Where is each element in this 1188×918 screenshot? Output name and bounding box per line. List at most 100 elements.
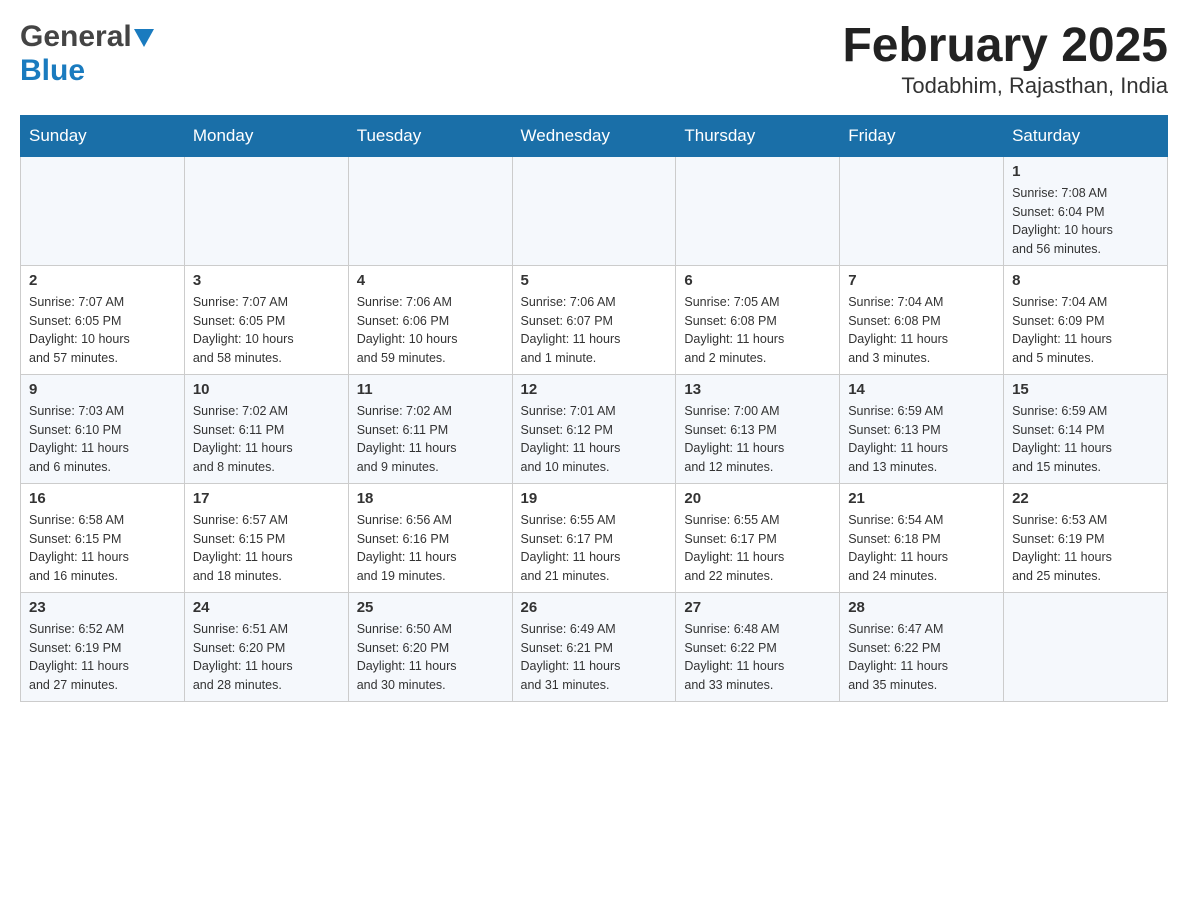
calendar-day — [21, 156, 185, 265]
calendar-day: 17 Sunrise: 6:57 AM Sunset: 6:15 PM Dayli… — [184, 483, 348, 592]
day-info: Sunrise: 6:52 AM Sunset: 6:19 PM Dayligh… — [29, 620, 176, 695]
calendar-subtitle: Todabhim, Rajasthan, India — [842, 73, 1168, 99]
calendar-week-2: 2 Sunrise: 7:07 AM Sunset: 6:05 PM Daylig… — [21, 265, 1168, 374]
day-info: Sunrise: 7:00 AM Sunset: 6:13 PM Dayligh… — [684, 402, 831, 477]
day-number: 20 — [684, 490, 831, 507]
day-info: Sunrise: 7:04 AM Sunset: 6:08 PM Dayligh… — [848, 293, 995, 368]
logo: General Blue — [20, 20, 154, 88]
calendar-table: SundayMondayTuesdayWednesdayThursdayFrid… — [20, 115, 1168, 702]
calendar-week-1: 1Sunrise: 7:08 AM Sunset: 6:04 PM Daylig… — [21, 156, 1168, 265]
day-number: 10 — [193, 381, 340, 398]
day-number: 26 — [521, 599, 668, 616]
calendar-day: 10Sunrise: 7:02 AM Sunset: 6:11 PM Dayli… — [184, 374, 348, 483]
logo-triangle-icon — [134, 29, 154, 47]
day-info: Sunrise: 7:08 AM Sunset: 6:04 PM Dayligh… — [1012, 184, 1159, 259]
calendar-day: 11 Sunrise: 7:02 AM Sunset: 6:11 PM Dayli… — [348, 374, 512, 483]
page-header: General Blue February 2025 Todabhim, Raj… — [20, 20, 1168, 99]
calendar-day: 4 Sunrise: 7:06 AM Sunset: 6:06 PM Daylig… — [348, 265, 512, 374]
calendar-header: SundayMondayTuesdayWednesdayThursdayFrid… — [21, 115, 1168, 156]
day-number: 12 — [521, 381, 668, 398]
calendar-day — [676, 156, 840, 265]
day-header-monday: Monday — [184, 115, 348, 156]
day-header-saturday: Saturday — [1004, 115, 1168, 156]
day-info: Sunrise: 6:57 AM Sunset: 6:15 PM Dayligh… — [193, 511, 340, 586]
title-block: February 2025 Todabhim, Rajasthan, India — [842, 20, 1168, 99]
calendar-day: 18 Sunrise: 6:56 AM Sunset: 6:16 PM Dayli… — [348, 483, 512, 592]
calendar-day: 25Sunrise: 6:50 AM Sunset: 6:20 PM Dayli… — [348, 592, 512, 701]
calendar-day: 8 Sunrise: 7:04 AM Sunset: 6:09 PM Daylig… — [1004, 265, 1168, 374]
day-info: Sunrise: 6:50 AM Sunset: 6:20 PM Dayligh… — [357, 620, 504, 695]
calendar-day: 1Sunrise: 7:08 AM Sunset: 6:04 PM Daylig… — [1004, 156, 1168, 265]
day-info: Sunrise: 7:02 AM Sunset: 6:11 PM Dayligh… — [357, 402, 504, 477]
calendar-day: 19 Sunrise: 6:55 AM Sunset: 6:17 PM Dayli… — [512, 483, 676, 592]
day-number: 17 — [193, 490, 340, 507]
day-number: 8 — [1012, 272, 1159, 289]
day-number: 28 — [848, 599, 995, 616]
day-info: Sunrise: 6:56 AM Sunset: 6:16 PM Dayligh… — [357, 511, 504, 586]
calendar-day: 16 Sunrise: 6:58 AM Sunset: 6:15 PM Dayli… — [21, 483, 185, 592]
calendar-title: February 2025 — [842, 20, 1168, 73]
day-number: 27 — [684, 599, 831, 616]
day-info: Sunrise: 6:53 AM Sunset: 6:19 PM Dayligh… — [1012, 511, 1159, 586]
day-number: 19 — [521, 490, 668, 507]
day-number: 11 — [357, 381, 504, 398]
day-number: 5 — [521, 272, 668, 289]
day-header-wednesday: Wednesday — [512, 115, 676, 156]
day-info: Sunrise: 7:05 AM Sunset: 6:08 PM Dayligh… — [684, 293, 831, 368]
day-number: 24 — [193, 599, 340, 616]
calendar-day — [348, 156, 512, 265]
calendar-day: 5 Sunrise: 7:06 AM Sunset: 6:07 PM Daylig… — [512, 265, 676, 374]
calendar-day — [1004, 592, 1168, 701]
calendar-day: 23 Sunrise: 6:52 AM Sunset: 6:19 PM Dayli… — [21, 592, 185, 701]
day-info: Sunrise: 7:07 AM Sunset: 6:05 PM Dayligh… — [29, 293, 176, 368]
day-number: 21 — [848, 490, 995, 507]
day-header-tuesday: Tuesday — [348, 115, 512, 156]
day-info: Sunrise: 6:54 AM Sunset: 6:18 PM Dayligh… — [848, 511, 995, 586]
day-header-friday: Friday — [840, 115, 1004, 156]
day-info: Sunrise: 6:59 AM Sunset: 6:14 PM Dayligh… — [1012, 402, 1159, 477]
calendar-day: 6 Sunrise: 7:05 AM Sunset: 6:08 PM Daylig… — [676, 265, 840, 374]
day-number: 7 — [848, 272, 995, 289]
day-info: Sunrise: 7:06 AM Sunset: 6:06 PM Dayligh… — [357, 293, 504, 368]
day-number: 16 — [29, 490, 176, 507]
day-header-sunday: Sunday — [21, 115, 185, 156]
calendar-day: 3 Sunrise: 7:07 AM Sunset: 6:05 PM Daylig… — [184, 265, 348, 374]
calendar-day: 14Sunrise: 6:59 AM Sunset: 6:13 PM Dayli… — [840, 374, 1004, 483]
calendar-day: 13Sunrise: 7:00 AM Sunset: 6:13 PM Dayli… — [676, 374, 840, 483]
day-info: Sunrise: 6:59 AM Sunset: 6:13 PM Dayligh… — [848, 402, 995, 477]
calendar-day: 24Sunrise: 6:51 AM Sunset: 6:20 PM Dayli… — [184, 592, 348, 701]
calendar-day: 21 Sunrise: 6:54 AM Sunset: 6:18 PM Dayli… — [840, 483, 1004, 592]
day-info: Sunrise: 7:01 AM Sunset: 6:12 PM Dayligh… — [521, 402, 668, 477]
day-number: 22 — [1012, 490, 1159, 507]
calendar-day: 28 Sunrise: 6:47 AM Sunset: 6:22 PM Dayli… — [840, 592, 1004, 701]
day-number: 3 — [193, 272, 340, 289]
day-info: Sunrise: 6:58 AM Sunset: 6:15 PM Dayligh… — [29, 511, 176, 586]
logo-general-text: General — [20, 20, 132, 54]
calendar-day: 12 Sunrise: 7:01 AM Sunset: 6:12 PM Dayli… — [512, 374, 676, 483]
calendar-day: 26 Sunrise: 6:49 AM Sunset: 6:21 PM Dayli… — [512, 592, 676, 701]
calendar-week-5: 23 Sunrise: 6:52 AM Sunset: 6:19 PM Dayli… — [21, 592, 1168, 701]
day-info: Sunrise: 6:48 AM Sunset: 6:22 PM Dayligh… — [684, 620, 831, 695]
logo-blue-text: Blue — [20, 54, 85, 87]
day-info: Sunrise: 7:06 AM Sunset: 6:07 PM Dayligh… — [521, 293, 668, 368]
calendar-day: 27 Sunrise: 6:48 AM Sunset: 6:22 PM Dayli… — [676, 592, 840, 701]
calendar-day — [184, 156, 348, 265]
calendar-week-3: 9Sunrise: 7:03 AM Sunset: 6:10 PM Daylig… — [21, 374, 1168, 483]
calendar-week-4: 16 Sunrise: 6:58 AM Sunset: 6:15 PM Dayli… — [21, 483, 1168, 592]
day-info: Sunrise: 6:55 AM Sunset: 6:17 PM Dayligh… — [521, 511, 668, 586]
day-number: 2 — [29, 272, 176, 289]
day-info: Sunrise: 6:49 AM Sunset: 6:21 PM Dayligh… — [521, 620, 668, 695]
day-number: 4 — [357, 272, 504, 289]
day-info: Sunrise: 7:03 AM Sunset: 6:10 PM Dayligh… — [29, 402, 176, 477]
calendar-day: 22 Sunrise: 6:53 AM Sunset: 6:19 PM Dayli… — [1004, 483, 1168, 592]
day-info: Sunrise: 6:47 AM Sunset: 6:22 PM Dayligh… — [848, 620, 995, 695]
day-info: Sunrise: 7:04 AM Sunset: 6:09 PM Dayligh… — [1012, 293, 1159, 368]
day-number: 23 — [29, 599, 176, 616]
day-number: 6 — [684, 272, 831, 289]
calendar-day: 2 Sunrise: 7:07 AM Sunset: 6:05 PM Daylig… — [21, 265, 185, 374]
calendar-day: 20Sunrise: 6:55 AM Sunset: 6:17 PM Dayli… — [676, 483, 840, 592]
day-number: 18 — [357, 490, 504, 507]
calendar-day — [512, 156, 676, 265]
day-info: Sunrise: 7:07 AM Sunset: 6:05 PM Dayligh… — [193, 293, 340, 368]
calendar-day: 15Sunrise: 6:59 AM Sunset: 6:14 PM Dayli… — [1004, 374, 1168, 483]
